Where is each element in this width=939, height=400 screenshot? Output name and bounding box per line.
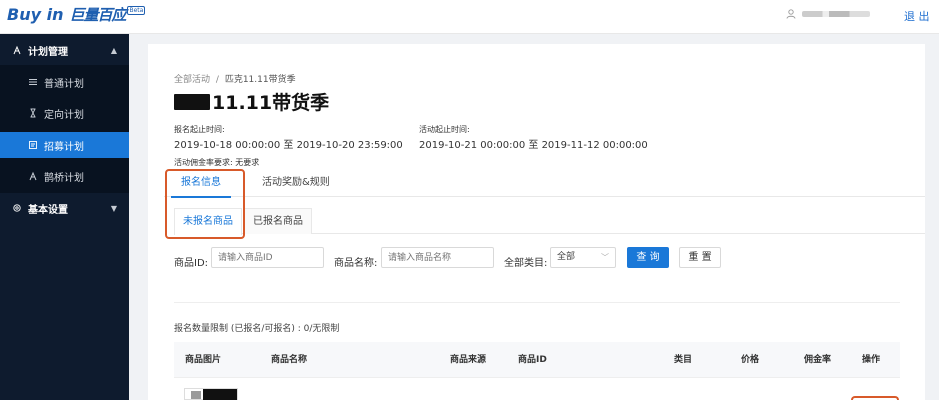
annotation-highlight-box [165,169,245,239]
product-id-label: 商品ID: [174,258,209,269]
page-title: 11.11带货季 [174,88,329,115]
chevron-down-icon: ﹀ [601,253,609,262]
product-name-label: 商品名称: [334,258,378,269]
product-thumbnail [184,388,238,400]
column-header: 价格 [741,355,760,365]
chevron-up-icon: ▲ [110,45,117,55]
category-select[interactable]: 全部 ﹀ [550,247,616,268]
activity-period-value: 2019-10-21 00:00:00 至 2019-11-12 00:00:0… [419,140,648,151]
signup-period-label: 报名起止时间: [174,125,225,134]
main-tabs: 报名信息 活动奖励&规则 [164,168,925,198]
recruit-icon [28,140,38,150]
sidebar-item-label: 鹊桥计划 [44,172,84,184]
sidebar-item-label: 计划管理 [28,46,68,58]
user-name-redacted [802,11,870,17]
gear-icon [12,203,22,213]
sidebar: 计划管理 ▲ 普通计划 定向计划 招募计划 鹊桥计划 基本设置 ▼ [0,34,129,400]
title-redacted-block [174,93,210,110]
sidebar-item-recruit-plan[interactable]: 招募计划 [0,132,129,158]
sidebar-item-targeted-plan[interactable]: 定向计划 [0,100,129,126]
tab-rewards-rules[interactable]: 活动奖励&规则 [262,168,330,197]
category-select-value: 全部 [557,252,576,262]
column-header: 操作 [862,355,881,365]
category-label: 全部类目: [504,258,548,269]
product-name-input[interactable] [381,247,494,268]
beta-badge: Beta [127,6,146,15]
thumbnail-detail [203,389,237,400]
page-title-text: 11.11带货季 [212,92,330,114]
breadcrumb-root[interactable]: 全部活动 [174,75,210,85]
chevron-down-icon: ▼ [110,203,117,213]
subtab-registered[interactable]: 已报名商品 [244,208,312,234]
column-header: 佣金率 [804,355,832,365]
user-icon [786,9,796,19]
user-menu[interactable] [786,9,870,19]
breadcrumb: 全部活动 / 匹克11.11带货季 [174,72,296,85]
logo[interactable]: Buy in 巨量百应 Beta [7,4,146,26]
top-header: Buy in 巨量百应 Beta 退 出 [0,0,939,34]
annotation-highlight-action [851,396,899,400]
sidebar-item-label: 招募计划 [44,141,84,153]
column-header: 商品名称 [271,355,308,365]
product-id-input[interactable] [211,247,324,268]
column-header: 类目 [674,355,693,365]
logout-button[interactable]: 退 出 [904,8,930,24]
main-content: 全部活动 / 匹克11.11带货季 11.11带货季 报名起止时间: 2019-… [148,44,925,400]
plan-icon [12,45,22,55]
hourglass-icon [28,108,38,118]
sidebar-item-normal-plan[interactable]: 普通计划 [0,69,129,95]
table-header: 商品图片 商品名称 商品来源 商品ID 类目 价格 佣金率 操作 [174,342,900,378]
section-divider [174,302,900,303]
sidebar-item-bridge-plan[interactable]: 鹊桥计划 [0,163,129,189]
sidebar-item-label: 基本设置 [28,204,68,216]
bridge-icon [28,171,38,181]
sub-tabs: 未报名商品 已报名商品 [174,208,925,235]
list-icon [28,77,38,87]
breadcrumb-separator: / [215,75,219,85]
column-header: 商品ID [518,355,547,365]
sidebar-item-plan-management[interactable]: 计划管理 ▲ [0,37,129,63]
reset-button[interactable]: 重 置 [679,247,721,268]
signup-quota-text: 报名数量限制 (已报名/可报名) : 0/无限制 [174,324,340,334]
activity-period-label: 活动起止时间: [419,125,470,134]
logo-text-en: Buy in [7,5,64,24]
commission-requirement: 活动佣金率要求: 无要求 [174,158,260,167]
signup-period-value: 2019-10-18 00:00:00 至 2019-10-20 23:59:0… [174,140,403,151]
sidebar-item-label: 定向计划 [44,109,84,121]
breadcrumb-current: 匹克11.11带货季 [224,75,296,85]
thumbnail-detail [191,391,201,399]
logo-text-cn: 巨量百应 [69,6,126,24]
sidebar-item-basic-settings[interactable]: 基本设置 ▼ [0,195,129,221]
search-button[interactable]: 查 询 [627,247,669,268]
sidebar-item-label: 普通计划 [44,78,84,90]
column-header: 商品图片 [185,355,222,365]
column-header: 商品来源 [450,355,487,365]
